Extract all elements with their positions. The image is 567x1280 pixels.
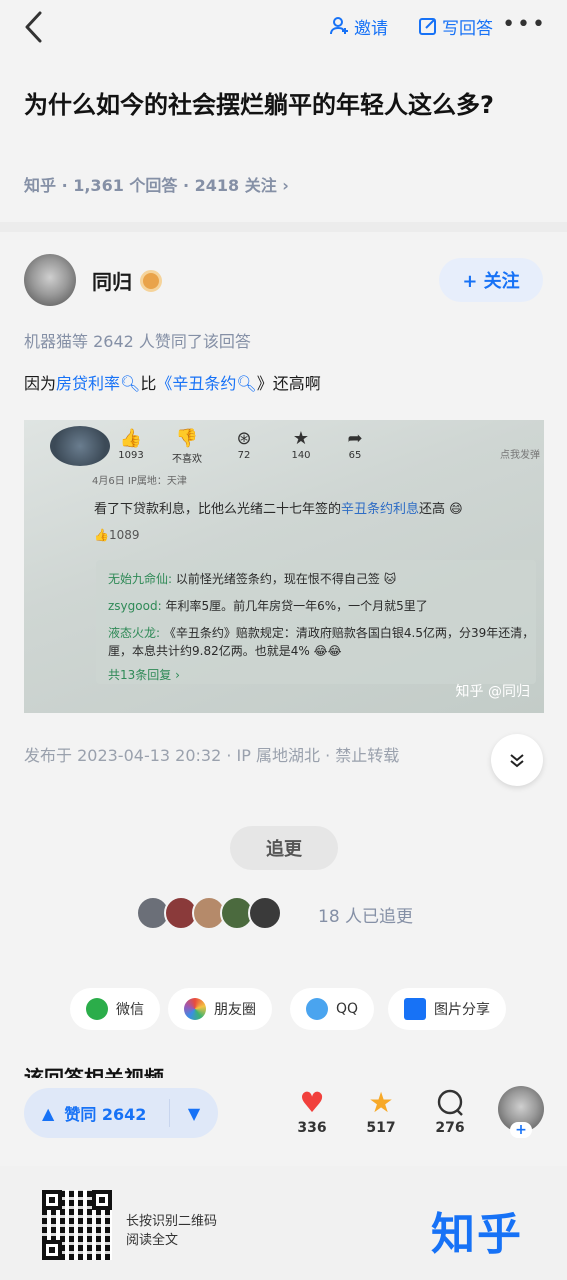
back-icon[interactable] [22,10,46,44]
moments-icon [184,998,206,1020]
downvote-button[interactable]: ▼ [170,1104,218,1123]
triangle-down-icon: ▼ [187,1103,201,1123]
author-badge-icon [140,269,162,292]
photo-post-meta: 4月6日 IP属地：天津 [92,476,187,487]
photo-stat: ★ 140 [291,428,311,461]
answer-content: 因为房贷利率🔍︎比《辛丑条约🔍︎》还高啊 [24,370,321,394]
share-qq-button[interactable]: QQ [290,988,375,1030]
zhihu-logo: 知乎 [431,1209,523,1260]
star-icon: ★ [368,1086,394,1119]
photo-reply: zsygood: 年利率5厘。前几年房贷一年6%，一个月就5里了 [108,599,428,613]
photo-reply-count: 共13条回复 › [108,668,180,682]
upvote-label: 赞同 2642 [64,1105,147,1124]
photo-reply: 无始九命仙: 以前怪光绪签条约，现在恨不得自己签 🐱 [108,572,397,586]
collapse-button[interactable] [491,734,543,786]
vote-control: ▲ 赞同 2642 ▼ [24,1088,218,1138]
chevron-double-down-icon [510,754,524,768]
photo-corner-text: 点我发弹 [500,450,540,461]
answer-image[interactable]: 👍 1093 👎 不喜欢 ⊛ 72 ★ 140 ➦ 65 点我发弹 4月6日 IP属地：天… [24,420,544,713]
question-meta[interactable]: 知乎 · 1,361 个回答 · 2418 关注 › [24,172,289,196]
share-label: QQ [336,1001,359,1017]
comment-count: 276 [435,1120,465,1136]
photo-reply: 液态火龙: 《辛丑条约》赔款规定：清政府赔款各国白银4.5亿两，分39年还清， [108,626,535,640]
comment-button[interactable]: 276 [430,1086,470,1136]
photo-stat: ➦ 65 [347,428,363,461]
share-wechat-button[interactable]: 微信 [70,988,160,1030]
qr-code [42,1190,112,1260]
share-label: 朋友圈 [214,1002,256,1018]
section-divider [0,222,567,232]
question-title[interactable]: 为什么如今的社会摆烂躺平的年轻人这么多? [24,86,544,124]
comment-icon [437,1089,463,1116]
invite-label: 邀请 [354,18,388,39]
photo-stat: 👍 1093 [118,428,144,461]
chase-button[interactable]: 追更 [230,826,338,870]
search-icon: 🔍︎ [120,374,141,393]
share-label: 微信 [116,1002,144,1018]
chase-count: 18 人已追更 [318,907,414,927]
search-link-treaty[interactable]: 《辛丑条约 [156,374,236,393]
invite-button[interactable]: 邀请 [330,12,388,40]
photo-avatar [50,426,110,466]
triangle-up-icon: ▲ [42,1103,55,1123]
favorite-count: 517 [366,1120,396,1136]
share-moments-button[interactable]: 朋友圈 [168,988,272,1030]
write-answer-label: 写回答 [442,18,493,39]
content-mid: 比 [140,374,157,393]
more-icon[interactable]: ••• [502,12,547,37]
edit-icon [419,18,436,35]
qr-hint-line: 阅读全文 [126,1233,179,1248]
avatar [248,896,282,930]
wechat-icon [86,998,108,1020]
search-icon: 🔍︎ [236,374,257,393]
share-image-button[interactable]: 图片分享 [388,988,506,1030]
photo-post-text: 看了下贷款利息，比他么光绪二十七年签的辛丑条约利息还高 😄 [94,502,463,517]
author-avatar[interactable] [24,254,76,306]
photo-reply-cont: 厘，本息共计约9.82亿两。也就是4% 😂😂 [108,644,342,658]
heart-icon: ♥ [299,1086,325,1119]
person-add-icon [330,17,348,35]
favorite-button[interactable]: ★ 517 [361,1086,401,1136]
content-prefix: 因为 [24,374,57,393]
liked-by-text: 机器猫等 2642 人赞同了该回答 [24,332,251,351]
write-answer-button[interactable]: 写回答 [418,12,493,40]
search-link-mortgage[interactable]: 房贷利率 [56,374,120,393]
upvote-button[interactable]: ▲ 赞同 2642 [24,1099,170,1127]
qq-icon [306,998,328,1020]
content-suffix: 》还高啊 [256,374,321,393]
publish-info: 发布于 2023-04-13 20:32 · IP 属地湖北 · 禁止转载 [24,746,400,765]
photo-stat: ⊛ 72 [236,428,252,461]
image-icon [404,998,426,1020]
photo-watermark: 知乎 @同归 [455,684,530,700]
photo-stat: 👎 不喜欢 [172,428,202,465]
follow-button[interactable]: + 关注 [439,258,543,302]
qr-hint: 长按识别二维码 阅读全文 [126,1212,217,1250]
plus-icon[interactable]: + [510,1122,532,1138]
follower-avatars [136,896,282,930]
author-name: 同归 [92,270,132,294]
author-row[interactable]: 同归 [92,266,162,295]
qr-hint-line: 长按识别二维码 [126,1214,218,1229]
like-button[interactable]: ♥ 336 [292,1086,332,1136]
like-count: 336 [297,1120,327,1136]
share-label: 图片分享 [434,1002,490,1018]
photo-post-likes: 👍1089 [94,528,140,542]
